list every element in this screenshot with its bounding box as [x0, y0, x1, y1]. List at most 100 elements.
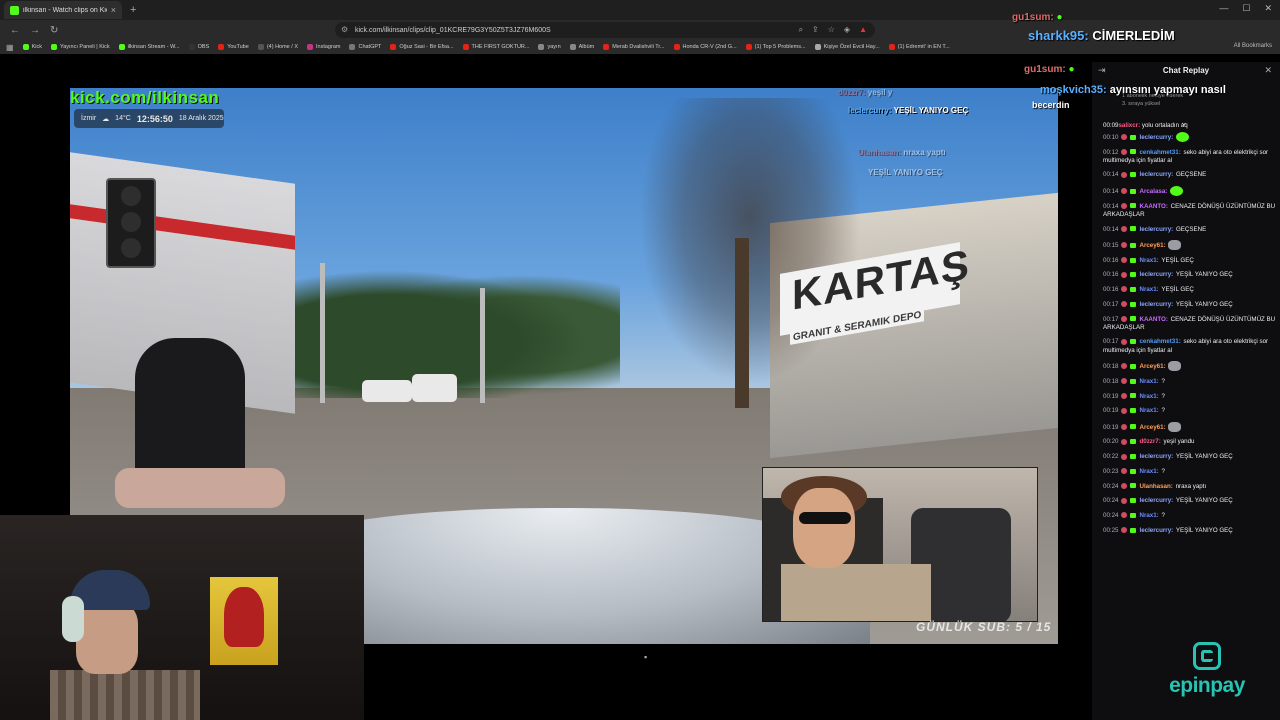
bookmark-item[interactable]: Honda CR-V (2nd G...: [673, 44, 737, 50]
message-username[interactable]: Nrax1:: [1139, 393, 1158, 400]
message-username[interactable]: Arcalasa:: [1139, 188, 1167, 195]
message-username[interactable]: KAANTO:: [1139, 316, 1167, 323]
message-username[interactable]: leclercurry:: [1139, 497, 1173, 504]
subscriber-badge-icon: [1130, 393, 1137, 399]
message-username[interactable]: leclercurry:: [1139, 271, 1173, 278]
shield-icon[interactable]: ◈: [844, 25, 850, 35]
bookmark-item[interactable]: ilkinsan Stream - W...: [118, 44, 180, 50]
url-field[interactable]: ⚙ kick.com/ilkinsan/clips/clip_01KCRE79G…: [335, 22, 875, 38]
subscriber-badge-icon: [1130, 272, 1137, 278]
bookmark-item[interactable]: (1) Top 5 Problems...: [745, 44, 806, 50]
message-text: ?: [1161, 377, 1165, 385]
bookmark-label: Yayıncı Paneli | Kick: [59, 44, 110, 50]
message-username[interactable]: Nrax1:: [1139, 468, 1158, 475]
subscriber-badge-icon: [1130, 498, 1137, 504]
expand-chevron-icon[interactable]: ⌄: [1180, 117, 1188, 128]
bookmark-item[interactable]: THE FIRST GOKTUR...: [462, 44, 529, 50]
extension-alert-icon[interactable]: ▲: [859, 25, 867, 35]
tab-close-icon[interactable]: ×: [111, 5, 116, 15]
bookmark-label: Oğuz Sasi - Bir Efsa...: [399, 44, 454, 50]
bookmark-favicon-icon: [307, 44, 313, 50]
subscriber-badge-icon: [1130, 439, 1137, 445]
message-username[interactable]: Arcey61:: [1139, 363, 1165, 370]
message-username[interactable]: leclercurry:: [1139, 171, 1173, 178]
apps-grid-icon[interactable]: ▦: [6, 43, 14, 52]
new-tab-button[interactable]: +: [130, 4, 136, 16]
bookmark-item[interactable]: ChatGPT: [349, 44, 381, 50]
bookmark-label: OBS: [197, 44, 210, 50]
message-username[interactable]: Arcey61:: [1139, 242, 1165, 249]
message-username[interactable]: cenkahmet31:: [1139, 149, 1180, 156]
message-timestamp: 00:17: [1103, 315, 1119, 323]
tab-title: ilkinsan - Watch clips on Kick: [23, 6, 107, 14]
message-username[interactable]: Arcey61:: [1139, 424, 1165, 431]
message-username[interactable]: leclercurry:: [1139, 226, 1173, 233]
chat-message: 00:24 Ulanhasan: nraxa yaptı: [1103, 483, 1279, 491]
message-username[interactable]: d0zzr7:: [1139, 438, 1160, 445]
channel-watermark: kick.com/ilkinsan: [70, 88, 220, 107]
message-username[interactable]: leclercurry:: [1139, 301, 1173, 308]
bookmark-item[interactable]: Instagram: [307, 44, 340, 50]
bookmark-star-icon[interactable]: ☆: [828, 25, 835, 35]
share-icon[interactable]: ⇪: [812, 25, 819, 35]
message-timestamp: 00:19: [1103, 423, 1119, 431]
message-username[interactable]: leclercurry:: [1139, 134, 1173, 141]
message-username[interactable]: Nrax1:: [1139, 378, 1158, 385]
bookmark-item[interactable]: Merab Dvalishvili Tr...: [603, 44, 665, 50]
bookmark-item[interactable]: YouTube: [218, 44, 249, 50]
bookmark-favicon-icon: [50, 44, 57, 50]
message-username[interactable]: Nrax1:: [1139, 512, 1158, 519]
chat-message: 00:16 Nrax1: YEŞİL GEÇ: [1103, 286, 1279, 294]
back-arrow-icon[interactable]: ←: [10, 25, 20, 36]
message-timestamp: 00:18: [1103, 362, 1119, 370]
message-username[interactable]: Nrax1:: [1139, 286, 1158, 293]
chat-message: 00:18 Arcey61:: [1103, 361, 1279, 372]
tab-active[interactable]: ilkinsan - Watch clips on Kick ×: [4, 1, 122, 19]
message-username[interactable]: leclercurry:: [1139, 527, 1173, 534]
bookmark-item[interactable]: (4) Home / X: [257, 44, 298, 50]
bookmark-item[interactable]: Kişiye Özel Evcil Hay...: [814, 44, 880, 50]
site-info-icon[interactable]: ⚙: [341, 25, 348, 34]
message-timestamp: 00:14: [1103, 202, 1119, 210]
message-timestamp: 00:20: [1103, 438, 1119, 446]
message-text: nraxa yaptı: [1175, 482, 1207, 490]
message-username[interactable]: Nrax1:: [1139, 257, 1158, 264]
subscriber-badge-icon: [1130, 378, 1137, 384]
bookmark-label: Merab Dvalishvili Tr...: [612, 44, 665, 50]
bookmark-label: yayın: [547, 44, 561, 50]
chat-message: 00:14 Arcalasa:: [1103, 186, 1279, 197]
bookmark-label: Kişiye Özel Evcil Hay...: [823, 44, 880, 50]
streamer: [50, 570, 200, 720]
streamer-webcam: [0, 515, 364, 720]
bookmark-item[interactable]: yayın: [538, 44, 561, 50]
subscriber-badge-icon: [1130, 172, 1137, 178]
message-timestamp: 00:22: [1103, 453, 1119, 461]
bookmark-favicon-icon: [349, 44, 356, 50]
bookmark-item[interactable]: OBS: [188, 44, 210, 50]
zoom-icon[interactable]: ⌕: [799, 25, 803, 35]
message-timestamp: 00:17: [1103, 300, 1119, 308]
message-text: ?: [1161, 511, 1165, 519]
message-username[interactable]: leclercurry:: [1139, 453, 1173, 460]
message-timestamp: 00:23: [1103, 467, 1119, 475]
forward-arrow-icon[interactable]: →: [30, 25, 40, 36]
bookmark-item[interactable]: (1) Edremit' in EN T...: [888, 44, 950, 50]
headphones: [62, 596, 84, 642]
reload-icon[interactable]: ↻: [50, 25, 58, 36]
message-username[interactable]: KAANTO:: [1139, 203, 1167, 210]
bookmark-item[interactable]: Kick: [22, 44, 42, 50]
bookmark-item[interactable]: Oğuz Sasi - Bir Efsa...: [390, 44, 454, 50]
message-timestamp: 00:19: [1103, 392, 1119, 400]
bookmark-favicon-icon: [538, 44, 545, 50]
message-username[interactable]: Nrax1:: [1139, 407, 1158, 414]
bookmark-item[interactable]: Yayıncı Paneli | Kick: [50, 44, 110, 50]
message-text: ?: [1161, 467, 1165, 475]
message-username[interactable]: cenkahmet31:: [1139, 338, 1180, 345]
bookmark-favicon-icon: [22, 44, 29, 50]
message-text: GEÇSENE: [1175, 225, 1207, 233]
bookmark-favicon-icon: [257, 44, 264, 50]
message-username[interactable]: Ulanhasan:: [1139, 483, 1172, 490]
cloud-icon: ☁: [102, 115, 110, 123]
wall-poster: [210, 577, 278, 665]
bookmark-item[interactable]: Albüm: [569, 44, 594, 50]
